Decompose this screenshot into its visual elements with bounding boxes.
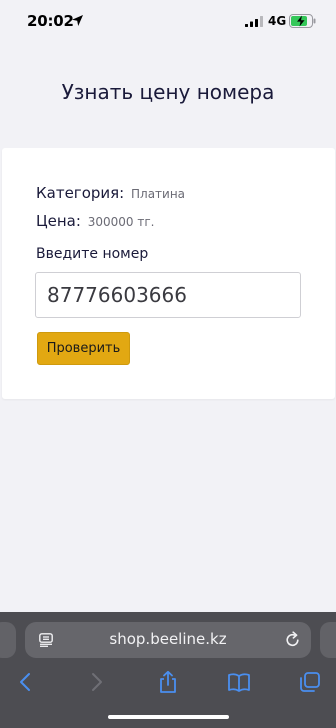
back-button[interactable] — [10, 668, 40, 696]
check-button[interactable]: Проверить — [37, 332, 130, 365]
forward-icon — [92, 673, 102, 691]
home-indicator — [108, 715, 229, 719]
screen: 20:02 4G Узнать цену номера Категория: П… — [0, 0, 336, 728]
category-line: Категория: Платина — [36, 184, 185, 202]
next-tab-preview[interactable] — [320, 622, 336, 658]
page-title: Узнать цену номера — [61, 80, 275, 104]
cellular-signal-icon — [245, 16, 263, 27]
price-value: 300000 тг. — [87, 215, 155, 229]
status-bar: 20:02 4G — [0, 0, 336, 44]
share-button[interactable] — [153, 668, 183, 696]
battery-charging-icon — [289, 14, 316, 28]
address-bar[interactable]: shop.beeline.kz — [25, 622, 311, 658]
network-label: 4G — [268, 14, 287, 28]
browser-toolbar — [0, 668, 336, 698]
previous-tab-preview[interactable] — [0, 622, 16, 658]
category-label: Категория: — [36, 184, 125, 202]
share-icon — [160, 670, 176, 693]
category-value: Платина — [131, 187, 186, 201]
price-check-card: Категория: Платина Цена: 300000 тг. Введ… — [2, 148, 335, 399]
number-input-label: Введите номер — [36, 246, 149, 262]
forward-button[interactable] — [82, 668, 112, 696]
bookmarks-button[interactable] — [224, 668, 254, 696]
price-line: Цена: 300000 тг. — [36, 212, 154, 230]
url-text: shop.beeline.kz — [109, 630, 227, 648]
reload-icon[interactable] — [285, 631, 301, 648]
location-arrow-icon — [72, 15, 83, 26]
back-icon — [20, 673, 30, 691]
status-time: 20:02 — [27, 12, 74, 30]
browser-bar: shop.beeline.kz — [0, 612, 336, 728]
phone-number-input[interactable] — [35, 272, 301, 318]
tabs-icon — [300, 672, 320, 692]
bookmarks-icon — [228, 673, 250, 692]
tabs-button[interactable] — [295, 668, 325, 696]
price-label: Цена: — [36, 212, 81, 230]
